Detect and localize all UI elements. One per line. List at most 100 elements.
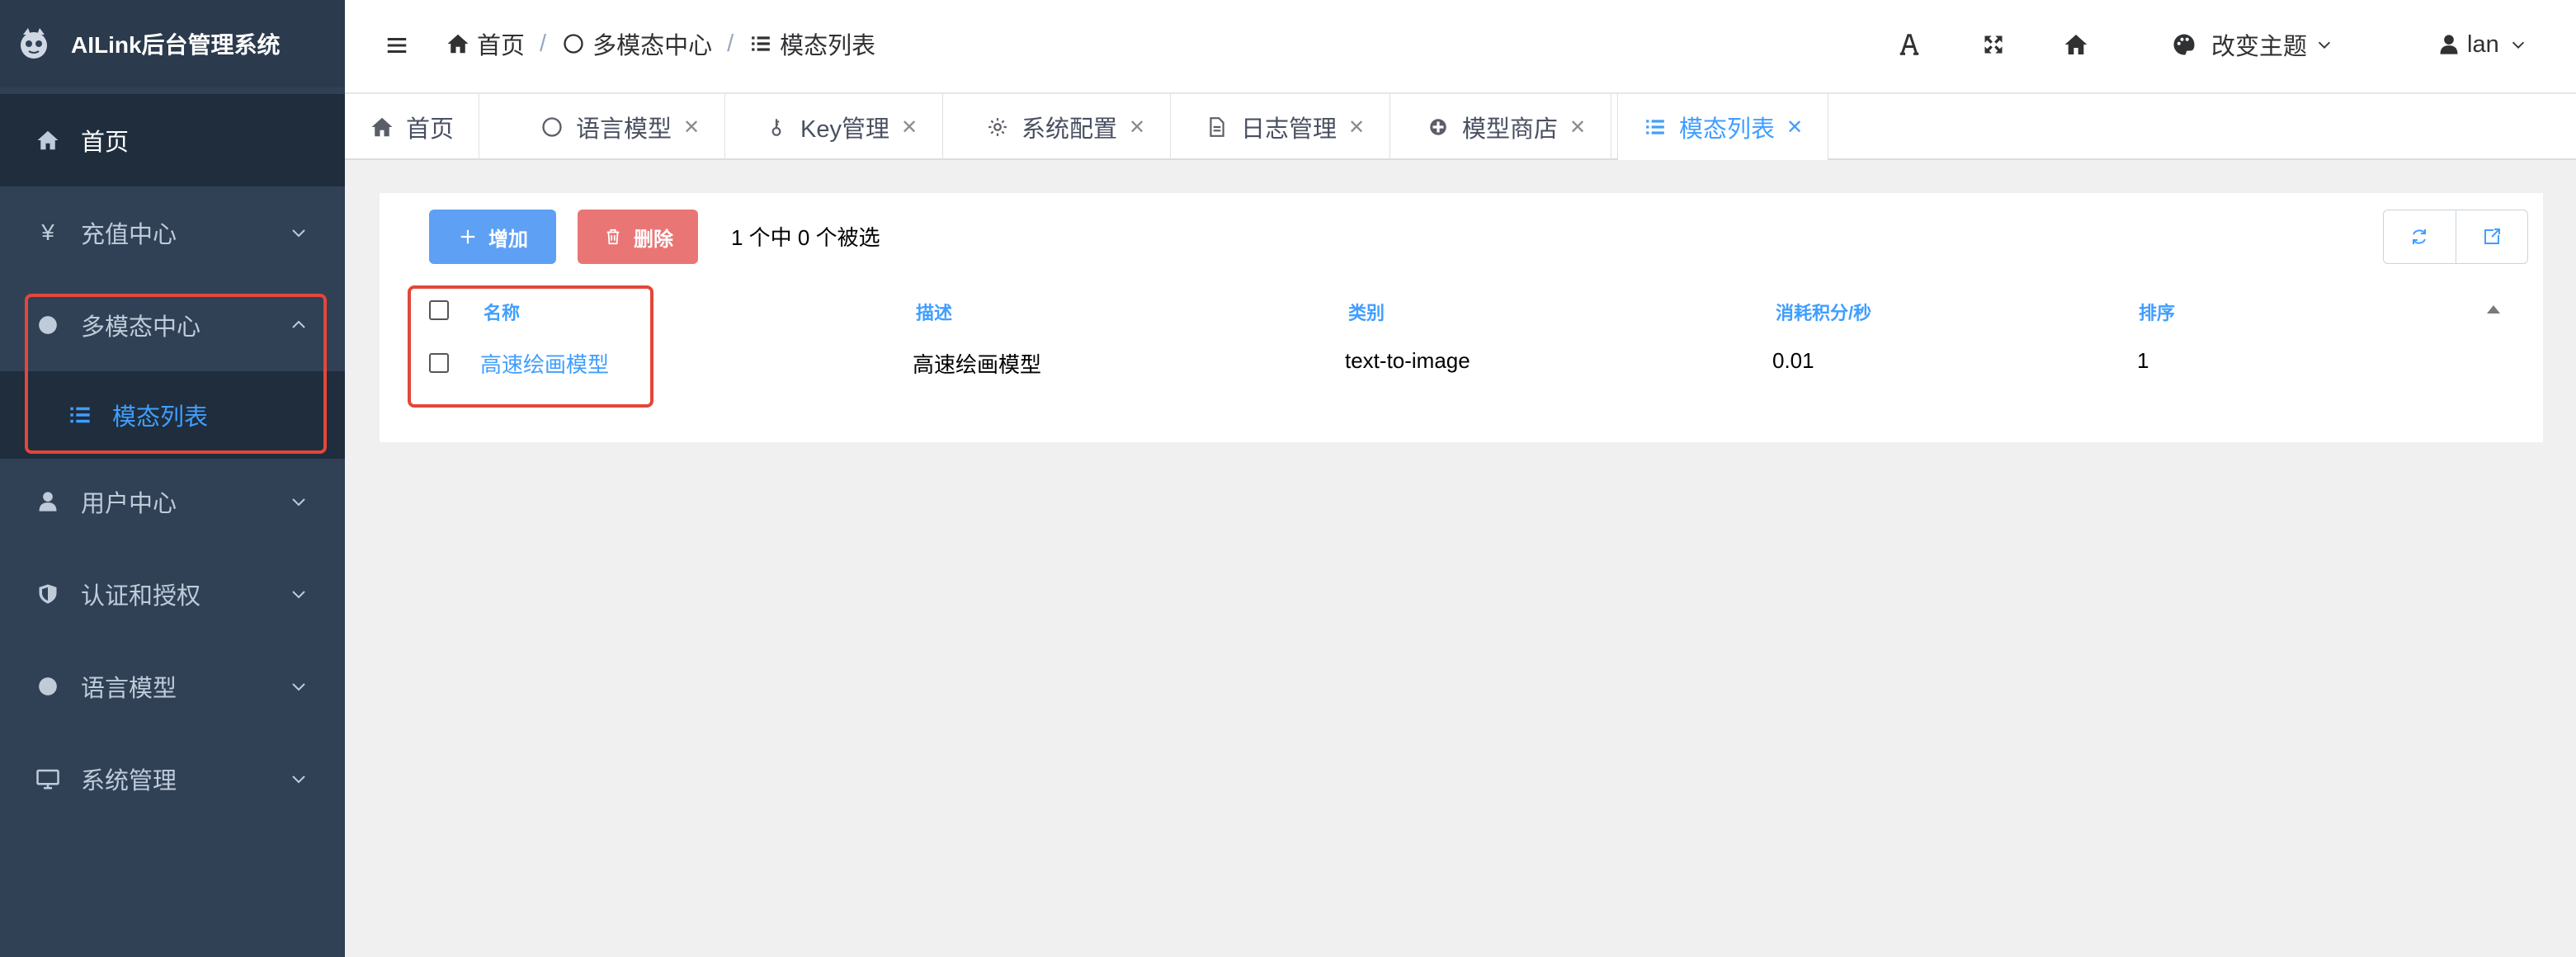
close-icon[interactable]: ✕ <box>1348 116 1365 139</box>
breadcrumb-home[interactable]: 首页 <box>446 26 525 61</box>
close-icon[interactable]: ✕ <box>1129 116 1145 139</box>
tab-label: 模态列表 <box>1679 116 1776 143</box>
trash-icon <box>602 226 624 248</box>
font-size-icon[interactable] <box>1894 30 1924 59</box>
user-name: lan <box>2467 31 2499 58</box>
sidebar-item-users[interactable]: 用户中心 <box>0 455 345 548</box>
user-icon <box>2440 35 2458 54</box>
refresh-button[interactable] <box>2384 210 2456 263</box>
logo-area[interactable]: AILink后台管理系统 <box>0 0 345 87</box>
sidebar-item-language-model[interactable]: 语言模型 <box>0 640 345 733</box>
breadcrumb-modal-list: 模态列表 <box>748 26 875 61</box>
chevron-down-icon <box>292 776 305 784</box>
table-tools <box>2383 210 2528 264</box>
content-card: 增加 删除 1 个中 0 个被选 名称 描述 类别 消耗积分/秒 排序 高速绘画… <box>380 193 2543 442</box>
sidebar-item-recharge[interactable]: ¥ 充值中心 <box>0 186 345 279</box>
sidebar-item-label: 系统管理 <box>81 768 177 794</box>
chevron-down-icon <box>292 591 305 599</box>
refresh-icon <box>2413 229 2427 244</box>
close-icon[interactable]: ✕ <box>1786 116 1803 139</box>
chevron-down-icon <box>2512 41 2524 49</box>
list-icon <box>1643 115 1668 139</box>
tab-label: Key管理 <box>800 116 889 143</box>
breadcrumb-label: 模态列表 <box>780 33 876 59</box>
sidebar-item-home[interactable]: 首页 <box>0 94 345 186</box>
tab-label: 系统配置 <box>1021 116 1118 143</box>
close-icon[interactable]: ✕ <box>683 116 700 139</box>
circle-outline-icon <box>540 115 564 139</box>
top-header: 首页 / 多模态中心 / 模态列表 改变主题 lan <box>345 0 2576 94</box>
list-icon <box>748 31 773 56</box>
chevron-down-icon <box>292 498 305 507</box>
breadcrumb-separator: / <box>540 30 547 57</box>
highlight-box <box>25 294 327 454</box>
chevron-down-icon <box>292 683 305 691</box>
export-button[interactable] <box>2455 210 2528 263</box>
tab-modal-list[interactable]: 模态列表 ✕ <box>1617 94 1829 160</box>
plus-icon <box>457 226 479 248</box>
store-icon <box>1426 115 1451 139</box>
chevron-down-icon <box>2318 41 2331 49</box>
home-icon[interactable] <box>2061 30 2091 59</box>
key-icon <box>764 115 789 139</box>
monitor-icon <box>33 764 63 794</box>
theme-switcher[interactable]: 改变主题 <box>2172 25 2333 64</box>
breadcrumb-label: 多模态中心 <box>592 33 713 59</box>
row-order: 1 <box>2137 348 2149 373</box>
row-cost: 0.01 <box>1772 348 1814 373</box>
sidebar-item-label: 认证和授权 <box>81 583 201 610</box>
sidebar-item-label: 充值中心 <box>81 222 177 248</box>
export-icon <box>2484 229 2500 244</box>
column-header-cost[interactable]: 消耗积分/秒 <box>1776 299 1871 325</box>
add-button-label: 增加 <box>488 228 528 251</box>
highlight-box <box>408 285 653 408</box>
hamburger-icon[interactable] <box>385 33 409 58</box>
breadcrumb: 首页 / 多模态中心 / 模态列表 <box>446 0 875 87</box>
add-button[interactable]: 增加 <box>429 210 556 264</box>
sidebar-item-auth[interactable]: 认证和授权 <box>0 548 345 640</box>
tab-label: 模型商店 <box>1462 116 1559 143</box>
sort-up-icon[interactable] <box>2487 305 2500 314</box>
home-icon <box>33 125 63 155</box>
tabs-bar: 首页 语言模型 ✕ Key管理 ✕ 系统配置 ✕ 日志管理 ✕ 模型商店 ✕ 模… <box>345 94 2576 160</box>
sidebar-item-label: 用户中心 <box>81 491 177 517</box>
delete-button-label: 删除 <box>634 228 673 251</box>
row-category: text-to-image <box>1345 348 1470 373</box>
column-header-description[interactable]: 描述 <box>916 299 952 325</box>
tab-label: 日志管理 <box>1241 116 1338 143</box>
delete-button[interactable]: 删除 <box>578 210 698 264</box>
column-header-order[interactable]: 排序 <box>2139 299 2175 325</box>
user-menu[interactable]: lan <box>2437 25 2527 64</box>
circle-icon <box>33 672 63 701</box>
shield-icon <box>33 579 63 609</box>
chevron-down-icon <box>292 229 305 238</box>
sidebar-item-label: 语言模型 <box>81 676 177 702</box>
circle-outline-icon <box>561 31 586 56</box>
home-icon <box>446 31 470 56</box>
home-icon <box>370 115 394 139</box>
app-title: AILink后台管理系统 <box>71 32 281 58</box>
gear-icon <box>985 115 1010 139</box>
tab-home[interactable]: 首页 <box>345 94 480 160</box>
row-description: 高速绘画模型 <box>913 352 1042 377</box>
breadcrumb-multimodal[interactable]: 多模态中心 <box>561 26 712 61</box>
palette-icon <box>2173 34 2195 55</box>
column-header-category[interactable]: 类别 <box>1348 299 1385 325</box>
tab-label: 首页 <box>406 116 455 143</box>
tab-log-management[interactable]: 日志管理 ✕ <box>1180 94 1391 160</box>
tab-language-model[interactable]: 语言模型 ✕ <box>515 94 726 160</box>
yen-icon: ¥ <box>41 219 54 245</box>
sidebar: AILink后台管理系统 首页 ¥ 充值中心 多模态中心 模态列表 用户中心 认… <box>0 0 345 957</box>
tab-key-management[interactable]: Key管理 ✕ <box>739 94 944 160</box>
document-icon <box>1205 115 1229 139</box>
sidebar-item-system[interactable]: 系统管理 <box>0 733 345 825</box>
close-icon[interactable]: ✕ <box>1569 116 1586 139</box>
close-icon[interactable]: ✕ <box>901 116 918 139</box>
selection-info: 1 个中 0 个被选 <box>731 225 880 250</box>
tab-system-config[interactable]: 系统配置 ✕ <box>960 94 1172 160</box>
breadcrumb-label: 首页 <box>477 33 526 59</box>
fullscreen-icon[interactable] <box>1979 30 2008 59</box>
breadcrumb-separator: / <box>727 30 734 57</box>
app-logo-icon <box>21 28 47 59</box>
tab-model-store[interactable]: 模型商店 ✕ <box>1401 94 1612 160</box>
